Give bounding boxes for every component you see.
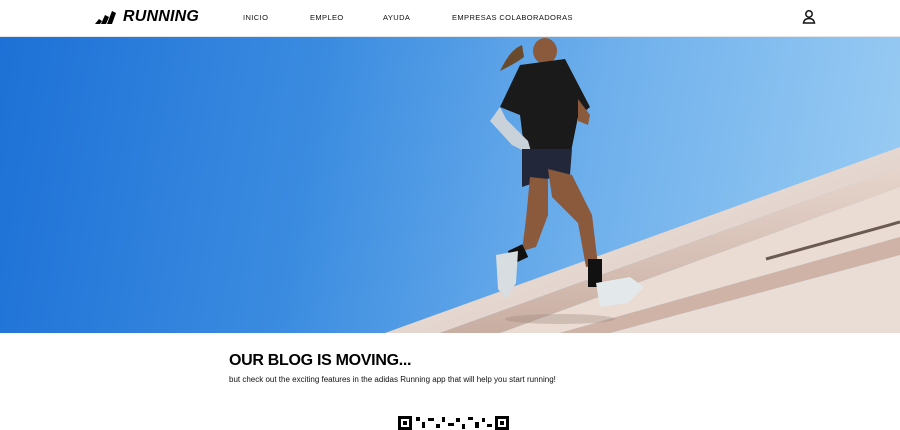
nav-item-ayuda[interactable]: AYUDA [383, 13, 410, 22]
adidas-stripes-icon [95, 11, 116, 24]
hero-image [0, 37, 900, 333]
hero-illustration [385, 38, 900, 333]
adidas-running-logo[interactable]: RUNNING [95, 6, 199, 28]
nav-item-empleo[interactable]: EMPLEO [310, 13, 344, 22]
qr-code-icon [398, 416, 509, 430]
nav-item-empresas-colaboradoras[interactable]: EMPRESAS COLABORADORAS [452, 13, 573, 22]
blog-title: OUR BLOG IS MOVING... [229, 352, 412, 369]
user-icon[interactable] [801, 9, 817, 25]
logo-text: RUNNING [123, 8, 200, 25]
blog-subtitle: but check out the exciting features in t… [229, 375, 556, 384]
blog-notice: OUR BLOG IS MOVING... but check out the … [229, 351, 689, 386]
nav-item-inicio[interactable]: INICIO [243, 13, 268, 22]
top-navigation-bar: RUNNING INICIO EMPLEO AYUDA EMPRESAS COL… [0, 0, 900, 37]
